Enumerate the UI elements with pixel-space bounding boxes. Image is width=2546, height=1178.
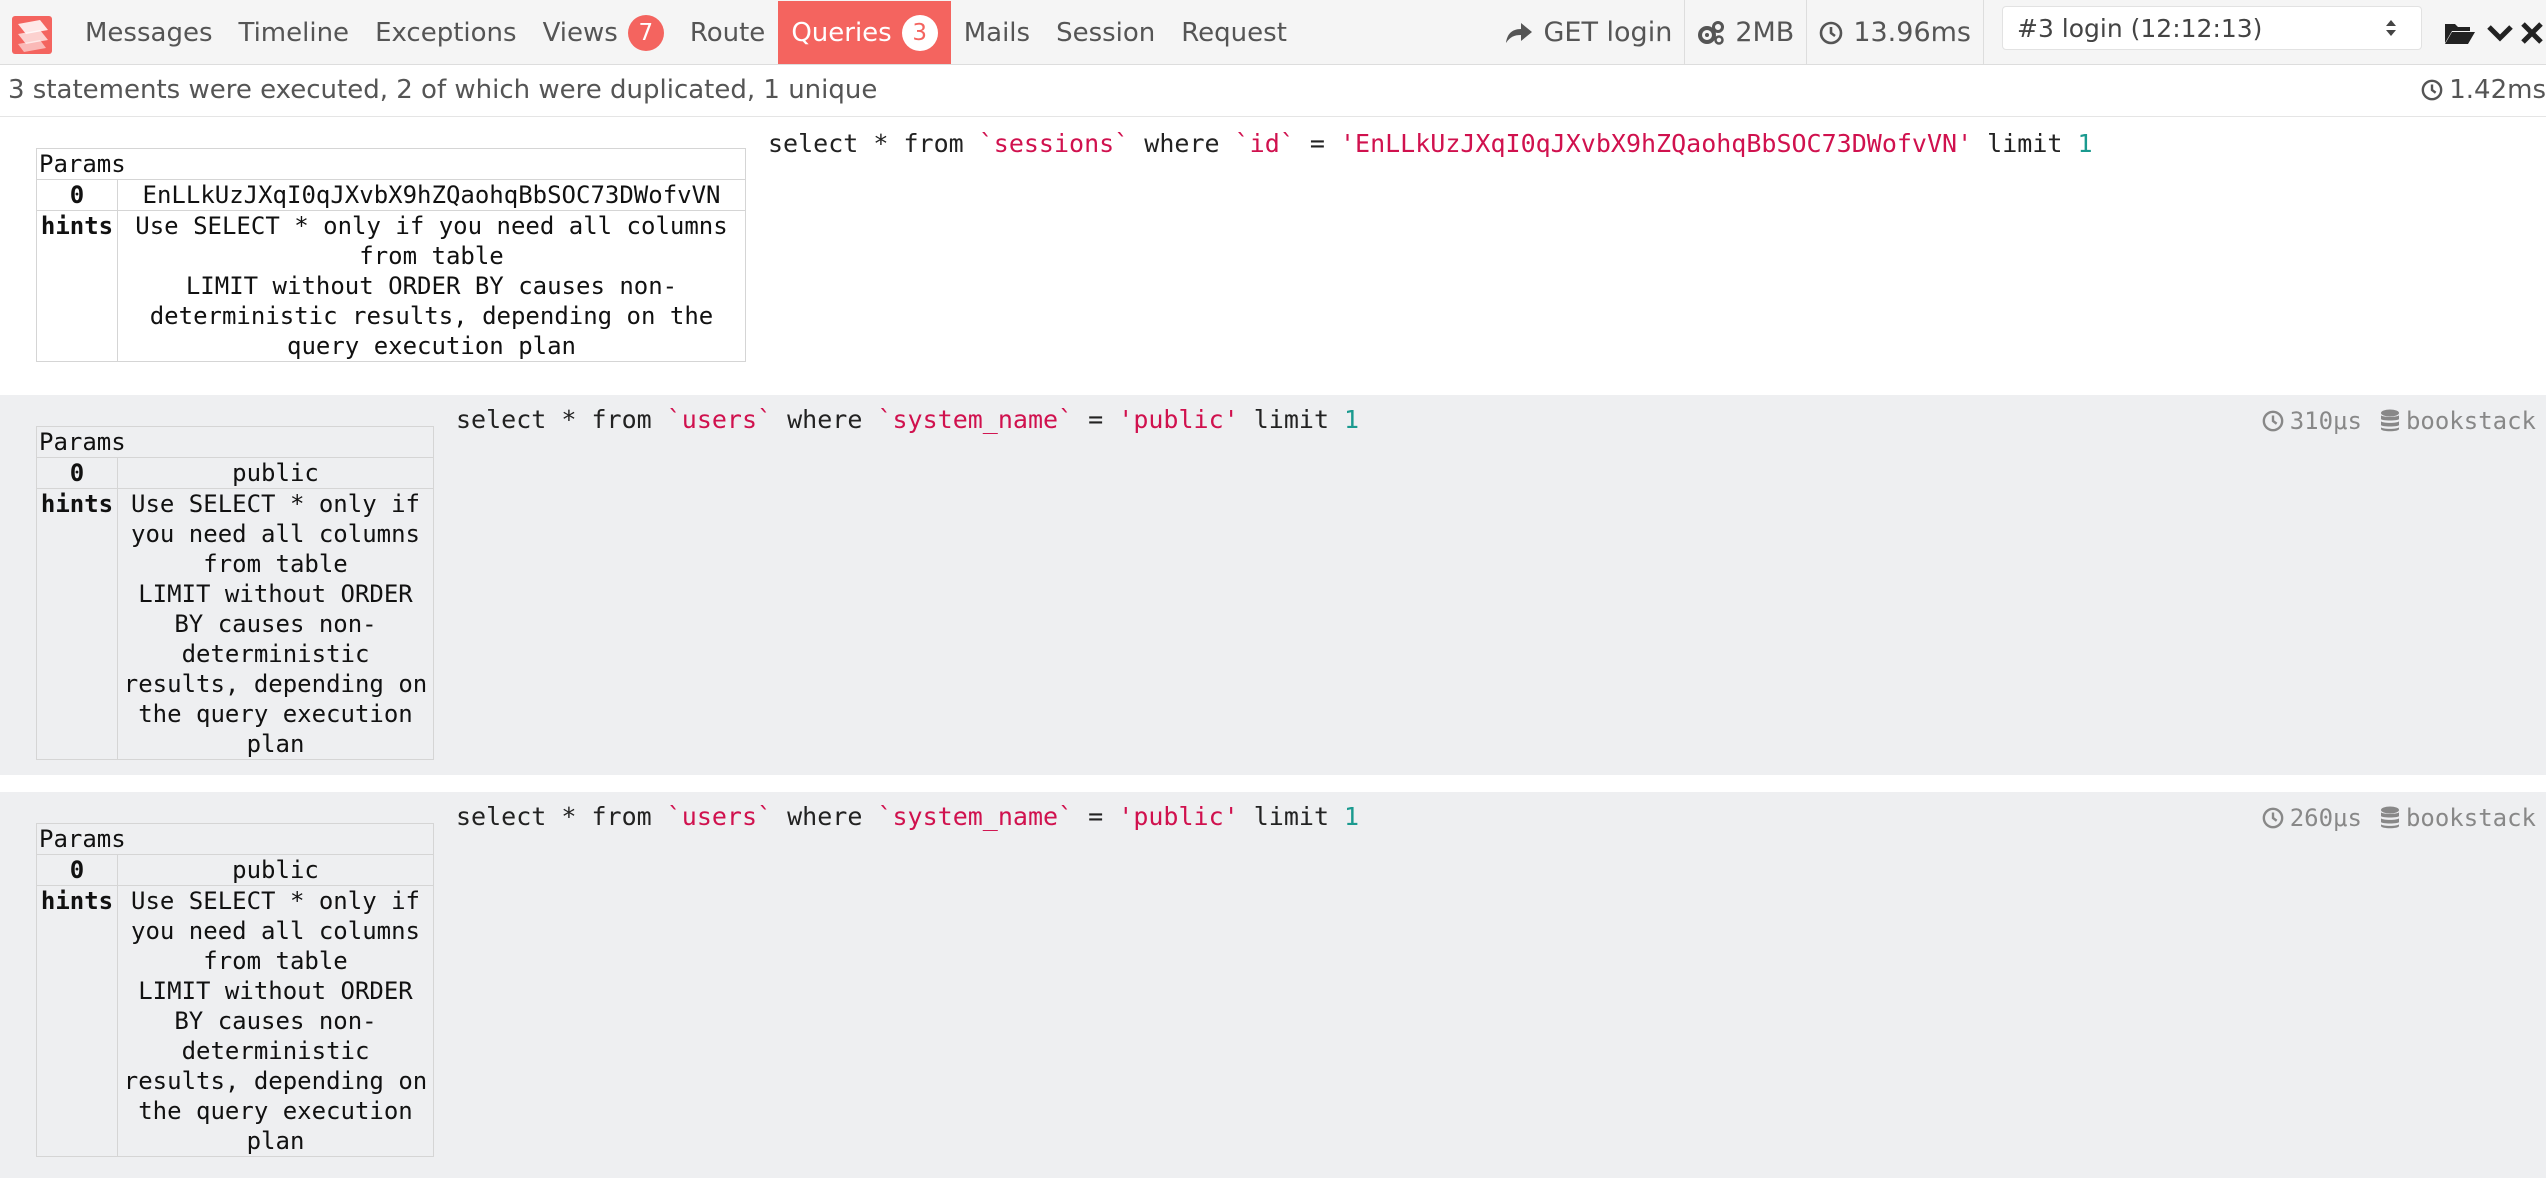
statement-row[interactable]: select * from `users` where `system_name… [0,792,2546,1178]
database-icon [2380,409,2399,432]
statement-duration: 260μs [2289,804,2362,832]
hint: Use SELECT * only if you need all column… [131,490,420,578]
tab-label: Timeline [238,17,350,48]
tab-route[interactable]: Route [677,1,778,64]
hint: Use SELECT * only if you need all column… [135,212,728,270]
statement-connection: bookstack [2405,407,2536,435]
hints-key: hints [36,885,118,1157]
hint: Use SELECT * only if you need all column… [131,887,420,975]
tab-timeline[interactable]: Timeline [226,1,363,64]
total-duration-text: 1.42ms [2449,75,2546,105]
tab-mails[interactable]: Mails [951,1,1043,64]
request-select-widget: #3 login (12:12:13) [1983,0,2440,65]
params-table: Params 0 public hints Use SELECT * only … [36,426,434,760]
select-arrows-icon [2385,19,2407,37]
statement-row[interactable]: select * from `sessions` where `id` = 'E… [0,117,2546,395]
tab-label: Messages [85,17,213,48]
tab-label: Exceptions [375,17,517,48]
hints-list: Use SELECT * only if you need all column… [117,210,746,362]
hint: LIMIT without ORDER BY causes non-determ… [123,580,428,758]
sql-query: select * from `users` where `system_name… [456,405,1360,434]
laravel-logo-icon[interactable] [10,12,56,58]
tab-request[interactable]: Request [1168,1,1300,64]
hint: LIMIT without ORDER BY causes non-determ… [123,977,428,1155]
clock-icon [1820,21,1843,44]
minimize-button[interactable] [2480,0,2520,65]
tab-label: Route [689,17,766,48]
statement-row[interactable]: select * from `users` where `system_name… [0,395,2546,775]
params-caption: Params [36,148,746,180]
tab-label: Mails [963,17,1031,48]
queries-summary-bar: 3 statements were executed, 2 of which w… [0,65,2546,117]
param-key: 0 [36,854,118,886]
statement-connection: bookstack [2405,804,2536,832]
param-value: EnLLkUzJXqI0qJXvbX9hZQaohqBbSOC73DWofvVN [117,179,746,211]
memory-text: 2MB [1735,17,1795,48]
tab-views[interactable]: Views 7 [530,1,677,64]
close-icon [2521,21,2543,44]
tab-label: Queries [791,17,892,48]
hints-list: Use SELECT * only if you need all column… [117,488,434,760]
tab-messages[interactable]: Messages [72,1,226,64]
statement-meta: 260μs bookstack [2262,804,2536,832]
params-table: Params 0 public hints Use SELECT * only … [36,823,434,1157]
debugbar-header: Messages Timeline Exceptions Views 7 Rout… [0,0,2546,65]
hint: LIMIT without ORDER BY causes non-determ… [149,272,714,360]
param-key: 0 [36,179,118,211]
params-caption: Params [36,823,434,855]
hints-key: hints [36,488,118,760]
tab-label: Request [1181,17,1287,48]
statement-meta: 310μs bookstack [2262,407,2536,435]
open-folder-button[interactable] [2440,0,2480,65]
tab-label: Views [542,17,618,48]
hints-list: Use SELECT * only if you need all column… [117,885,434,1157]
folder-open-icon [2445,23,2475,44]
chevron-down-icon [2487,24,2513,42]
request-route-widget[interactable]: GET login [1493,0,1684,65]
clock-icon [2262,807,2284,829]
duration-widget[interactable]: 13.96ms [1806,0,1983,65]
tab-bar: Messages Timeline Exceptions Views 7 Rout… [72,0,1300,65]
tab-exceptions[interactable]: Exceptions [362,1,530,64]
tab-label: Session [1056,17,1156,48]
request-route-text: GET login [1543,17,1673,48]
param-key: 0 [36,457,118,489]
queries-count-badge: 3 [901,14,938,51]
cogs-icon [1698,20,1725,45]
views-count-badge: 7 [627,14,664,51]
memory-widget[interactable]: 2MB [1684,0,1806,65]
share-arrow-icon [1506,22,1533,43]
sql-query: select * from `sessions` where `id` = 'E… [768,129,2093,158]
sql-query: select * from `users` where `system_name… [456,802,1360,831]
tab-queries[interactable]: Queries 3 [778,1,951,64]
request-select[interactable]: #3 login (12:12:13) [2002,6,2422,50]
request-select-value: #3 login (12:12:13) [2017,13,2263,43]
statement-duration: 310μs [2289,407,2362,435]
clock-icon [2262,410,2284,432]
total-duration: 1.42ms [2421,75,2546,105]
hints-key: hints [36,210,118,362]
header-widgets: GET login 2MB 13.96ms #3 login (12:12:13… [1493,0,2546,65]
duration-text: 13.96ms [1853,17,1971,48]
clock-icon [2421,79,2443,101]
params-table: Params 0 EnLLkUzJXqI0qJXvbX9hZQaohqBbSOC… [36,148,746,362]
close-button[interactable] [2520,0,2546,65]
tab-session[interactable]: Session [1043,1,1168,64]
queries-summary-text: 3 statements were executed, 2 of which w… [8,75,878,105]
param-value: public [117,457,434,489]
params-caption: Params [36,426,434,458]
database-icon [2380,806,2399,829]
param-value: public [117,854,434,886]
